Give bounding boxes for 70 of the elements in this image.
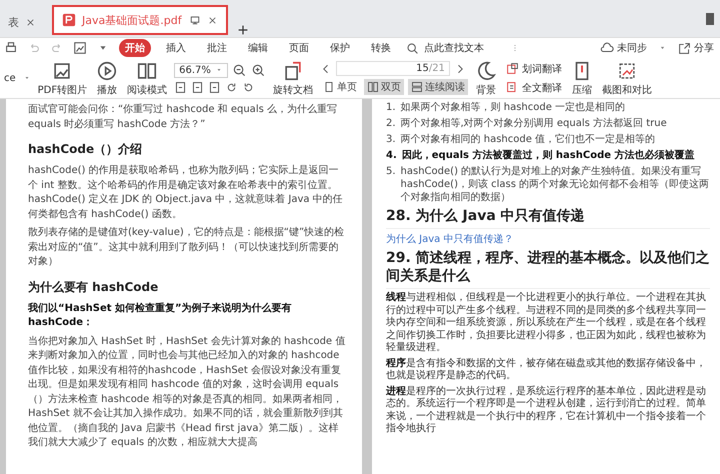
close-icon[interactable] [25,16,36,28]
view-mode-button[interactable]: 双页 [364,79,404,95]
list-number: 5. [386,165,396,179]
view-mode-button[interactable]: 单页 [320,79,360,95]
list-number: 4. [386,149,397,162]
zoom-in-icon[interactable] [250,62,266,78]
background-button[interactable]: 背景 [472,60,499,96]
close-icon[interactable] [207,14,218,26]
menu-tab[interactable]: 页面 [283,39,315,57]
rotate-document-button[interactable]: 旋转文档 [270,60,315,96]
list-number: 2. [386,117,396,130]
play-button[interactable]: 播放 [94,60,120,96]
stacked-pages-icon [410,81,423,93]
compress-button[interactable]: 压缩 [568,60,595,96]
share-button[interactable]: 分享 [676,40,716,56]
section-heading: hashCode（）介绍 [28,141,142,158]
document-tab[interactable]: Java基础面试题.pdf [52,5,228,35]
screenshot-compare-button[interactable]: 截图和对比 [600,60,654,96]
menu-tab[interactable]: 插入 [160,39,192,57]
search-field[interactable]: 点此查找文本 [406,42,502,54]
word-translate-button[interactable]: 划词翻译 [504,60,564,76]
paragraph: 程序是含有指令和数据的文件，被存储在磁盘或其他的数据存储设备中，也就是说程序是静态的代码。 [386,358,707,382]
list-item-text: hashCode() 的默认行为是对堆上的对象产生独特值。如果没有重写 hashCode()，则该 class 的两个对象无论如何都不会相等（即使这两个对象指向相同的数据） [400,165,710,204]
document-tab[interactable]: 表 [0,7,44,37]
paragraph: 当你把对象加入 HashSet 时，HashSet 会先计算对象的 hashcode 值来判断对象加入的位置，同时也会与其他已经加入的对象的 hashcode 值作比较，如果没有相符的hashcode，HashSet 会假设对象没有重复出现。但是如果发现有相同 hashcode 值的对象，这时会调用 equals（）方法来检查 hashcode 相等的对象是否真的相同。如果两者相同，HashSet 就不会让其加入操作成功。如果不同的话，就会重新散列到其他位置。（摘自我的 Java 启蒙书《Head first java》第二版）。这样我们就大大减少了 equals 的次数，相应就大大提高 [28,334,346,450]
cloud-icon [600,41,614,55]
menu-tab[interactable]: 批注 [201,39,233,57]
pdf-file-icon[interactable] [62,13,76,27]
paragraph: 进程是程序的一次执行过程，是系统运行程序的基本单位，因此进程是动态的。系统运行一个程序即是一个进程从创建，运行到消亡的过程。简单来说，一个进程就是一个执行中的程序，它在计算机中一个指令接着一个指令地执行 [386,386,707,436]
bold-paragraph: 我们以“HashSet 如何检查重复”为例子来说明为什么要有 hashCode： [28,302,293,330]
page-icon[interactable] [208,80,222,94]
play-icon [96,60,118,82]
image-frame-icon[interactable] [73,41,87,55]
paragraph: 线程与进程相似，但线程是一个比进程更小的执行单位。一个进程在其执行的过程中可以产生多个线程。与进程不同的是同类的多个线程共享同一块内存空间和一组系统资源，所以系统在产生一个线程，或是在各个线程之间作切换工作时，负担要比进程小得多，也正因为如此，线程也被称为轻量级进程。 [386,292,707,354]
menu-tab[interactable]: 保护 [324,39,356,57]
read-mode-button[interactable]: 阅读模式 [125,60,170,96]
share-icon [678,42,691,54]
section-heading: 29. 简述线程，程序、进程的基本概念。以及他们之间关系是什么 [386,249,710,289]
full-translate-button[interactable]: 全文翻译 [504,80,564,96]
pdf-to-image-button[interactable]: PDF转图片 [36,60,90,96]
view-mode-button[interactable]: 连续阅读 [408,79,468,95]
single-page-icon [322,81,335,93]
list-item-text: 两个对象有相同的 hashcode 值，它们也不一定是相等的 [400,133,656,146]
link[interactable]: 为什么 Java 中只有值传递？ [386,232,514,246]
zoom-dropdown[interactable]: 66.7% [174,62,228,78]
paragraph: hashCode() 的作用是获取哈希码，也称为散列码；它实际上是返回一个 int 整数。这个哈希码的作用是确定该对象在哈希表中的索引位置。hashCode() 定义在 JDK 的 Object.java 中，这就意味着 Java 中的任何类都包含有 hashCode() 函数。 [28,164,344,222]
two-pages-icon [366,81,379,93]
section-heading: 28. 为什么 Java 中只有值传递 [386,207,710,229]
monitor-icon[interactable] [189,14,201,26]
paragraph: 散列表存储的是键值对(key-value)，它的特点是：能根据“键”快速的检索出对应的“值”。这其中就利用到了散列码！（可以快速找到所需要的对象） [28,226,346,269]
paragraph: 面试官可能会问你：“你重写过 hashcode 和 equals 么，为什么重写 equals 时必须重写 hashCode 方法？” [28,103,338,132]
list-number: 3. [386,133,396,146]
menu-tab[interactable]: 转换 [365,39,397,57]
menu-tab[interactable]: 开始 [119,39,151,57]
section-heading: 为什么要有 hashCode [28,278,158,296]
page-number-field[interactable]: 15/21 [336,61,450,76]
tab-label: 表 [8,14,19,30]
menu-tab[interactable]: 编辑 [242,39,274,57]
zoom-out-icon[interactable] [232,62,247,78]
sync-button[interactable]: 未同步 [598,40,649,56]
list-item-text: 如果两个对象相等，则 hashcode 一定也是相同的 [400,101,626,114]
list-number: 1. [386,101,396,114]
plus-icon[interactable] [236,23,250,37]
list-item-text: 两个对象相等,对两个对象分别调用 equals 方法都返回 true [400,117,667,130]
toolbar-button[interactable]: ce [2,72,18,84]
translate-icon [506,62,519,75]
print-icon[interactable] [4,41,18,55]
list-item-text: 因此，equals 方法被覆盖过，则 hashCode 方法也必须被覆盖 [402,149,694,162]
tab-label: Java基础面试题.pdf [82,12,183,28]
search-icon [406,42,419,54]
